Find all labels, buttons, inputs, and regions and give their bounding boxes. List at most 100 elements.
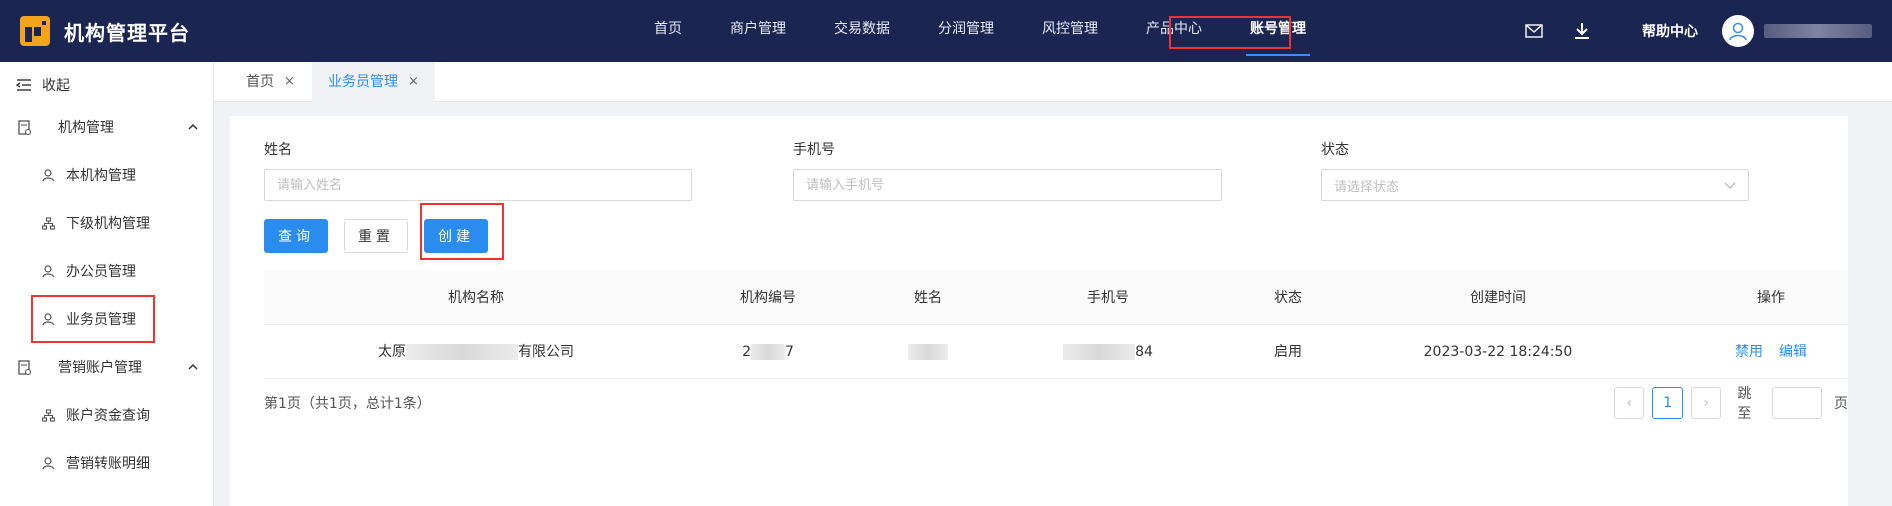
status-select-placeholder: 请选择状态 <box>1334 179 1400 195</box>
redacted-mask <box>406 344 518 360</box>
nav-item-merchant[interactable]: 商户管理 <box>706 0 810 62</box>
status-select[interactable]: 请选择状态 <box>1321 169 1749 201</box>
tab-home[interactable]: 首页 × <box>230 62 311 102</box>
nav-item-transactions[interactable]: 交易数据 <box>810 0 914 62</box>
hierarchy-icon <box>42 409 55 422</box>
nav-item-account[interactable]: 账号管理 <box>1226 0 1330 62</box>
sidebar-item-salesperson[interactable]: 业务员管理 <box>0 299 214 339</box>
next-page-button[interactable]: › <box>1690 387 1722 419</box>
column-header: 创建时间 <box>1470 290 1526 306</box>
tab-label: 业务员管理 <box>328 74 398 90</box>
org-name-cell: 太原 有限公司 <box>264 325 688 379</box>
phone-cell: 84 <box>1008 325 1208 379</box>
column-header: 状态 <box>1274 290 1302 306</box>
org-code-prefix: 2 <box>742 344 751 360</box>
org-code-cell: 27 <box>688 325 848 379</box>
sidebar-group-marketing-account[interactable]: 营销账户管理 <box>0 347 214 387</box>
nav-item-risk-control[interactable]: 风控管理 <box>1018 0 1122 62</box>
name-input[interactable] <box>264 169 692 201</box>
redacted-mask <box>751 344 785 360</box>
sidebar-item-label: 营销转账明细 <box>66 456 150 472</box>
jump-to-label: 跳至 <box>1737 386 1752 422</box>
name-cell <box>848 325 1008 379</box>
mail-icon[interactable] <box>1522 19 1546 43</box>
page-number-button[interactable]: 1 <box>1652 387 1683 419</box>
document-icon <box>18 360 32 376</box>
download-icon[interactable] <box>1570 19 1594 43</box>
help-center-link[interactable]: 帮助中心 <box>1642 21 1698 41</box>
nav-item-home[interactable]: 首页 <box>630 0 706 62</box>
sidebar-item-label: 办公员管理 <box>66 264 136 280</box>
table-header: 机构名称 机构编号 姓名 手机号 状态 创建时间 操作 <box>264 271 1848 325</box>
close-icon[interactable]: × <box>284 62 295 102</box>
username-redacted[interactable] <box>1764 24 1872 38</box>
top-navigation-bar: 机构管理平台 首页 商户管理 交易数据 分润管理 风控管理 产品中心 账号管理 … <box>0 0 1892 62</box>
org-name-prefix: 太原 <box>378 344 406 360</box>
collapse-label: 收起 <box>42 78 70 94</box>
brand-logo-icon <box>20 16 50 46</box>
document-icon <box>18 120 32 136</box>
salesperson-table: 机构名称 机构编号 姓名 手机号 状态 创建时间 操作 太原 有限公司 27 84… <box>264 271 1848 379</box>
user-icon <box>1729 22 1747 41</box>
column-header: 姓名 <box>914 290 942 306</box>
created-time-cell: 2023-03-22 18:24:50 <box>1423 344 1573 360</box>
collapse-sidebar-button[interactable]: 收起 <box>16 72 70 98</box>
close-icon[interactable]: × <box>408 62 419 102</box>
jump-to-input[interactable] <box>1771 387 1822 419</box>
sidebar-item-sub-org[interactable]: 下级机构管理 <box>0 203 214 243</box>
sidebar-item-label: 本机构管理 <box>66 168 136 184</box>
sidebar-item-account-funds[interactable]: 账户资金查询 <box>0 395 214 435</box>
pagination-info: 第1页（共1页，总计1条） <box>264 396 431 412</box>
sidebar: 收起 机构管理 本机构管理 下级机构管理 办公员管理 业务员管理 营销账户管理 … <box>0 62 214 506</box>
chevron-up-icon <box>188 123 198 130</box>
phone-input[interactable] <box>793 169 1222 201</box>
collapse-icon <box>16 79 31 91</box>
org-name-suffix: 有限公司 <box>518 344 574 360</box>
sidebar-group-org-management[interactable]: 机构管理 <box>0 107 214 147</box>
user-outline-icon <box>42 457 55 470</box>
query-button[interactable]: 查询 <box>264 219 328 253</box>
redacted-mask <box>908 344 948 360</box>
chevron-up-icon <box>188 363 198 370</box>
nav-item-products[interactable]: 产品中心 <box>1122 0 1226 62</box>
column-header: 机构名称 <box>448 290 504 306</box>
header-actions: 帮助中心 <box>1522 0 1872 62</box>
edit-link[interactable]: 编辑 <box>1779 344 1807 360</box>
hierarchy-icon <box>42 217 55 230</box>
sidebar-item-label: 账户资金查询 <box>66 408 150 424</box>
main-nav: 首页 商户管理 交易数据 分润管理 风控管理 产品中心 账号管理 <box>630 0 1330 62</box>
name-label: 姓名 <box>264 142 292 158</box>
prev-page-button[interactable]: ‹ <box>1614 387 1645 419</box>
table-row: 太原 有限公司 27 84 启用 2023-03-22 18:24:50 禁用 编辑 <box>264 325 1848 379</box>
sidebar-item-office-staff[interactable]: 办公员管理 <box>0 251 214 291</box>
tab-label: 首页 <box>246 74 274 90</box>
page-suffix-label: 页 <box>1833 396 1848 412</box>
user-outline-icon <box>42 265 55 278</box>
pagination: ‹ 1 › 跳至 页 <box>1614 386 1848 422</box>
redacted-mask <box>1063 344 1136 360</box>
org-code-suffix: 7 <box>785 344 794 360</box>
user-outline-icon <box>42 169 55 182</box>
avatar[interactable] <box>1722 15 1754 47</box>
sidebar-item-own-org[interactable]: 本机构管理 <box>0 155 214 195</box>
page-tabs: 首页 × 业务员管理 × <box>214 62 1892 102</box>
app-title: 机构管理平台 <box>64 20 190 45</box>
create-button[interactable]: 创建 <box>424 219 488 253</box>
sidebar-group-label: 机构管理 <box>58 120 114 136</box>
sidebar-item-label: 下级机构管理 <box>66 216 150 232</box>
tab-salesperson-management[interactable]: 业务员管理 × <box>312 62 435 102</box>
user-outline-icon <box>42 313 55 326</box>
disable-link[interactable]: 禁用 <box>1735 344 1763 360</box>
phone-suffix: 84 <box>1135 344 1153 360</box>
status-label: 状态 <box>1321 142 1349 158</box>
actions-cell: 禁用 编辑 <box>1694 325 1848 379</box>
sidebar-group-label: 营销账户管理 <box>58 360 142 376</box>
sidebar-item-transfer-details[interactable]: 营销转账明细 <box>0 443 214 483</box>
nav-item-profit-sharing[interactable]: 分润管理 <box>914 0 1018 62</box>
reset-button[interactable]: 重置 <box>344 219 408 253</box>
status-cell: 启用 <box>1274 344 1302 360</box>
sidebar-item-label: 业务员管理 <box>66 312 136 328</box>
phone-label: 手机号 <box>793 142 835 158</box>
chevron-down-icon <box>1724 182 1736 189</box>
brand[interactable]: 机构管理平台 <box>20 16 190 46</box>
